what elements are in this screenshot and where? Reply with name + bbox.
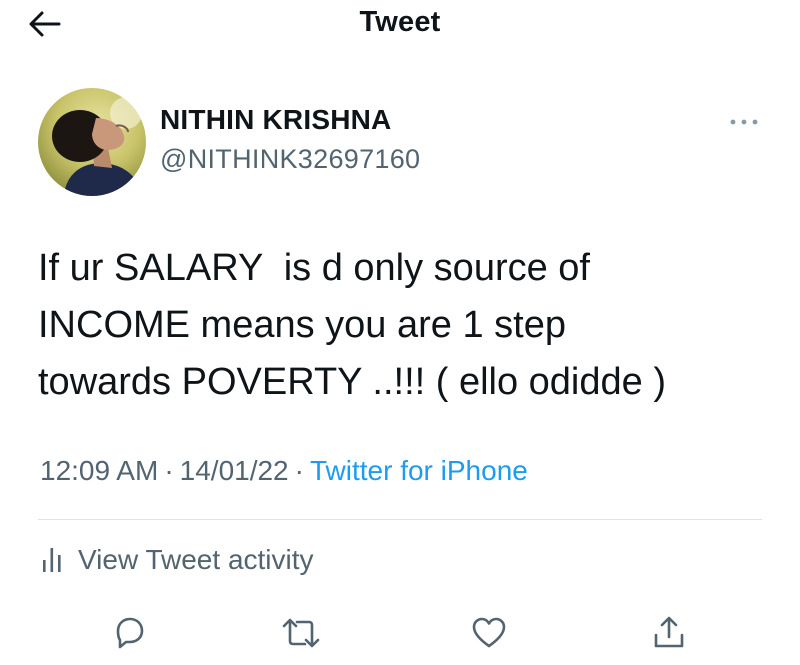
like-button[interactable]: [464, 610, 514, 656]
reply-button[interactable]: [104, 610, 154, 656]
more-options-button[interactable]: [722, 108, 766, 136]
separator-dot: ·: [294, 455, 304, 486]
profile-photo: [38, 88, 146, 196]
avatar[interactable]: [38, 88, 146, 196]
author-handle[interactable]: @NITHINK32697160: [160, 144, 420, 175]
share-icon: [654, 616, 684, 648]
retweet-icon: [282, 618, 320, 648]
share-button[interactable]: [644, 610, 694, 656]
heart-icon: [472, 617, 506, 648]
tweet-time[interactable]: 12:09 AM: [40, 455, 158, 486]
tweet-metadata: 12:09 AM · 14/01/22 · Twitter for iPhone: [40, 455, 528, 487]
bar-chart-icon: [43, 548, 61, 572]
tweet-text-line: INCOME means you are 1 step: [38, 304, 566, 346]
page-title: Tweet: [359, 6, 441, 38]
separator-dot: ·: [164, 455, 174, 486]
author-display-name[interactable]: NITHIN KRISHNA: [160, 104, 391, 136]
tweet-text-line: towards POVERTY ..!!! ( ello odidde ): [38, 361, 666, 403]
reply-icon: [116, 617, 144, 649]
header-bar: Tweet: [0, 0, 800, 48]
tweet-source-link[interactable]: Twitter for iPhone: [310, 455, 528, 486]
retweet-button[interactable]: [276, 610, 326, 656]
tweet-text: If ur SALARY is d only source of INCOME …: [38, 240, 768, 411]
divider: [38, 519, 762, 520]
tweet-text-line: If ur SALARY is d only source of: [38, 247, 590, 289]
more-dots-icon: [730, 119, 758, 125]
view-tweet-activity-button[interactable]: View Tweet activity: [40, 540, 314, 580]
view-tweet-activity-label: View Tweet activity: [78, 544, 314, 575]
tweet-date[interactable]: 14/01/22: [180, 455, 289, 486]
